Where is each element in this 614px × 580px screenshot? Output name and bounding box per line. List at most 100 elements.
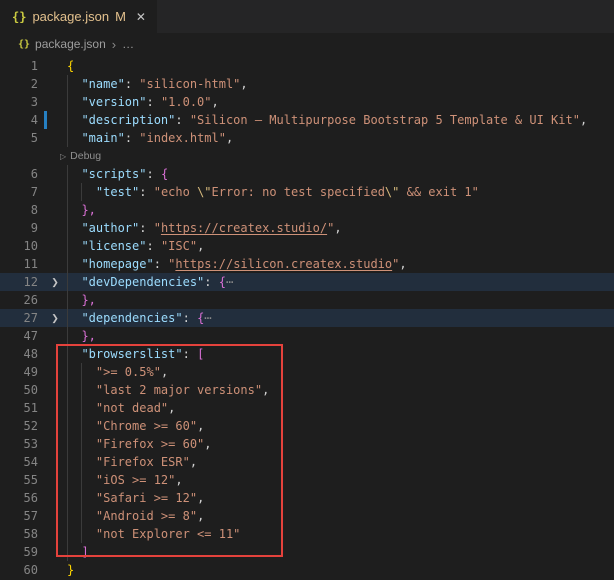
line-number[interactable]: 7 (0, 183, 38, 201)
code-text[interactable]: "version": "1.0.0", (67, 93, 614, 111)
line-number[interactable]: 58 (0, 525, 38, 543)
line-number[interactable]: 10 (0, 237, 38, 255)
breadcrumb-file[interactable]: package.json (35, 37, 106, 51)
line-number[interactable]: 50 (0, 381, 38, 399)
code-line-7[interactable]: 7 "test": "echo \"Error: no test specifi… (0, 183, 614, 201)
code-line-27[interactable]: 27 ❯ "dependencies": {⋯ (0, 309, 614, 327)
code-line-3[interactable]: 3 "version": "1.0.0", (0, 93, 614, 111)
line-number[interactable]: 53 (0, 435, 38, 453)
line-number[interactable]: 60 (0, 561, 38, 579)
code-text[interactable]: } (67, 561, 614, 579)
code-line-11[interactable]: 11 "homepage": "https://silicon.createx.… (0, 255, 614, 273)
indent-guide (67, 345, 68, 363)
line-number[interactable]: 59 (0, 543, 38, 561)
codelens-debug[interactable]: ▷Debug (60, 148, 101, 165)
codelens-row[interactable]: ▷Debug (0, 147, 614, 165)
line-number[interactable]: 51 (0, 399, 38, 417)
fold-chevron-icon[interactable]: ❯ (48, 309, 62, 327)
code-line-8[interactable]: 8 }, (0, 201, 614, 219)
code-text[interactable]: ">= 0.5%", (67, 363, 614, 381)
code-line-56[interactable]: 56 "Safari >= 12", (0, 489, 614, 507)
code-line-10[interactable]: 10 "license": "ISC", (0, 237, 614, 255)
line-number[interactable]: 8 (0, 201, 38, 219)
code-line-55[interactable]: 55 "iOS >= 12", (0, 471, 614, 489)
code-text[interactable]: "Firefox >= 60", (67, 435, 614, 453)
line-number[interactable]: 47 (0, 327, 38, 345)
code-text[interactable]: "name": "silicon-html", (67, 75, 614, 93)
line-number[interactable]: 27 (0, 309, 38, 327)
line-number[interactable]: 26 (0, 291, 38, 309)
link-text[interactable]: https://silicon.createx.studio (175, 257, 392, 271)
code-line-49[interactable]: 49 ">= 0.5%", (0, 363, 614, 381)
code-line-59[interactable]: 59 ] (0, 543, 614, 561)
token-pun: : (125, 131, 139, 145)
code-text[interactable]: "description": "Silicon – Multipurpose B… (67, 111, 614, 129)
code-editor[interactable]: 1{2 "name": "silicon-html",3 "version": … (0, 55, 614, 580)
code-line-50[interactable]: 50 "last 2 major versions", (0, 381, 614, 399)
link-text[interactable]: https://createx.studio/ (161, 221, 327, 235)
code-text[interactable]: "last 2 major versions", (67, 381, 614, 399)
line-number[interactable]: 2 (0, 75, 38, 93)
code-text[interactable]: "scripts": { (67, 165, 614, 183)
code-line-26[interactable]: 26 }, (0, 291, 614, 309)
line-number[interactable]: 48 (0, 345, 38, 363)
code-text[interactable]: }, (67, 327, 614, 345)
code-text[interactable]: "Chrome >= 60", (67, 417, 614, 435)
code-line-12[interactable]: 12 ❯ "devDependencies": {⋯ (0, 273, 614, 291)
code-text[interactable]: "test": "echo \"Error: no test specified… (67, 183, 614, 201)
code-line-53[interactable]: 53 "Firefox >= 60", (0, 435, 614, 453)
line-number[interactable]: 54 (0, 453, 38, 471)
code-text[interactable]: }, (67, 291, 614, 309)
code-text[interactable]: }, (67, 201, 614, 219)
code-line-6[interactable]: 6 "scripts": { (0, 165, 614, 183)
code-text[interactable]: "browserslist": [ (67, 345, 614, 363)
code-line-54[interactable]: 54 "Firefox ESR", (0, 453, 614, 471)
line-number[interactable]: 1 (0, 57, 38, 75)
code-line-57[interactable]: 57 "Android >= 8", (0, 507, 614, 525)
line-number[interactable]: 52 (0, 417, 38, 435)
indent-guide (67, 471, 68, 489)
code-line-5[interactable]: 5 "main": "index.html", (0, 129, 614, 147)
line-number[interactable]: 6 (0, 165, 38, 183)
code-text[interactable]: ] (67, 543, 614, 561)
token-str: "Chrome >= 60" (96, 419, 197, 433)
code-line-1[interactable]: 1{ (0, 57, 614, 75)
tab-package-json[interactable]: {} package.json M ✕ (0, 0, 157, 33)
code-line-4[interactable]: 4 "description": "Silicon – Multipurpose… (0, 111, 614, 129)
code-text[interactable]: "main": "index.html", (67, 129, 614, 147)
line-number[interactable]: 55 (0, 471, 38, 489)
fold-chevron-icon[interactable]: ❯ (48, 273, 62, 291)
code-text[interactable]: "not Explorer <= 11" (67, 525, 614, 543)
line-number[interactable]: 9 (0, 219, 38, 237)
code-text[interactable]: "devDependencies": {⋯ (67, 273, 614, 291)
line-number[interactable]: 57 (0, 507, 38, 525)
code-text[interactable]: { (67, 57, 614, 75)
line-number[interactable]: 4 (0, 111, 38, 129)
line-number[interactable]: 3 (0, 93, 38, 111)
code-text[interactable]: "not dead", (67, 399, 614, 417)
code-text[interactable]: "license": "ISC", (67, 237, 614, 255)
close-icon[interactable]: ✕ (136, 10, 146, 24)
code-text[interactable]: "Firefox ESR", (67, 453, 614, 471)
code-line-47[interactable]: 47 }, (0, 327, 614, 345)
code-text[interactable]: "author": "https://createx.studio/", (67, 219, 614, 237)
code-text[interactable]: "homepage": "https://silicon.createx.stu… (67, 255, 614, 273)
line-number[interactable]: 49 (0, 363, 38, 381)
code-text[interactable]: "dependencies": {⋯ (67, 309, 614, 327)
code-text[interactable]: "iOS >= 12", (67, 471, 614, 489)
token-b2: { (161, 167, 168, 181)
code-text[interactable]: "Safari >= 12", (67, 489, 614, 507)
code-line-9[interactable]: 9 "author": "https://createx.studio/", (0, 219, 614, 237)
breadcrumb-symbol-path[interactable]: … (122, 37, 135, 51)
line-number[interactable]: 56 (0, 489, 38, 507)
line-number[interactable]: 11 (0, 255, 38, 273)
code-line-2[interactable]: 2 "name": "silicon-html", (0, 75, 614, 93)
code-line-51[interactable]: 51 "not dead", (0, 399, 614, 417)
code-line-58[interactable]: 58 "not Explorer <= 11" (0, 525, 614, 543)
code-text[interactable]: "Android >= 8", (67, 507, 614, 525)
line-number[interactable]: 12 (0, 273, 38, 291)
line-number[interactable]: 5 (0, 129, 38, 147)
code-line-52[interactable]: 52 "Chrome >= 60", (0, 417, 614, 435)
code-line-60[interactable]: 60} (0, 561, 614, 579)
code-line-48[interactable]: 48 "browserslist": [ (0, 345, 614, 363)
